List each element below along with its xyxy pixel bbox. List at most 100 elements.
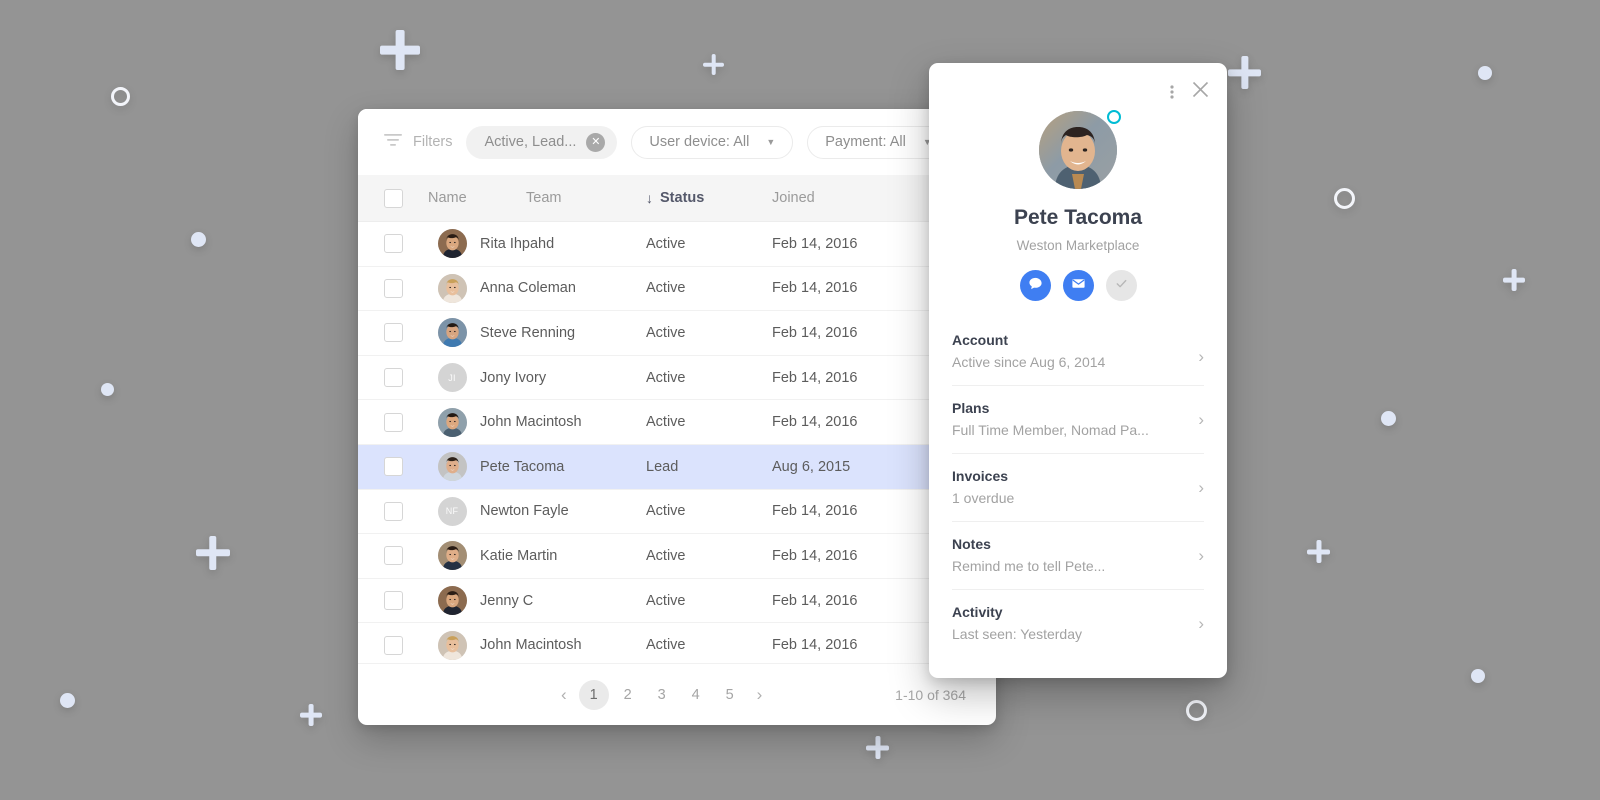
row-name: Steve Renning	[480, 324, 576, 341]
checkbox-icon	[383, 278, 403, 298]
avatar	[428, 586, 476, 616]
email-button[interactable]	[1062, 270, 1094, 301]
filters-label: Filters	[413, 134, 453, 150]
status-badge: Active	[646, 637, 686, 654]
table-row[interactable]: Katie Martin Active Feb 14, 2016	[358, 534, 996, 579]
decoration-plus-0	[380, 30, 420, 70]
status-badge: Active	[646, 324, 686, 341]
row-joined-date: Feb 14, 2016	[772, 637, 858, 654]
filter-chip-status-label: Active, Lead...	[484, 134, 577, 150]
avatar	[428, 452, 476, 482]
mail-icon	[1071, 276, 1086, 296]
panel-section-title: Invoices	[952, 468, 1009, 484]
table-row[interactable]: John Macintosh Active Feb 14, 2016	[358, 623, 996, 663]
pagination-page-2[interactable]: 2	[613, 680, 643, 710]
panel-section-notes[interactable]: Notes Remind me to tell Pete... ›	[952, 521, 1204, 589]
decoration-plus-6	[866, 736, 889, 759]
checkbox-icon	[383, 635, 403, 655]
pagination-page-5[interactable]: 5	[715, 680, 745, 710]
row-joined-date: Feb 14, 2016	[772, 592, 858, 609]
close-icon[interactable]: ✕	[586, 132, 606, 152]
filters-button[interactable]: Filters	[384, 133, 452, 151]
select-all-checkbox[interactable]	[358, 188, 428, 208]
row-checkbox[interactable]	[358, 323, 428, 343]
chat-button[interactable]	[1019, 270, 1051, 301]
avatar-image	[437, 630, 467, 660]
user-detail-panel: Pete Tacoma Weston Marketplace Account A…	[929, 63, 1227, 678]
chevron-down-icon: ▼	[766, 137, 776, 147]
filter-icon	[384, 133, 402, 151]
panel-section-title: Notes	[952, 536, 991, 552]
panel-section-plans[interactable]: Plans Full Time Member, Nomad Pa... ›	[952, 385, 1204, 453]
table-row[interactable]: JI Jony Ivory Active Feb 14, 2016	[358, 356, 996, 401]
avatar-image	[437, 541, 467, 571]
row-joined-date: Feb 14, 2016	[772, 414, 858, 431]
avatar	[428, 541, 476, 571]
panel-section-subtitle: 1 overdue	[952, 490, 1015, 506]
row-checkbox[interactable]	[358, 546, 428, 566]
column-header-name[interactable]: Name	[428, 190, 526, 206]
decoration-plus-5	[300, 704, 322, 726]
pagination-next-button[interactable]: ›	[749, 685, 771, 705]
pagination-page-4[interactable]: 4	[681, 680, 711, 710]
chevron-right-icon: ›	[1198, 409, 1204, 429]
panel-section-subtitle: Last seen: Yesterday	[952, 626, 1082, 642]
status-badge: Active	[646, 547, 686, 564]
table-row[interactable]: Pete Tacoma Lead Aug 6, 2015	[358, 444, 996, 490]
panel-header	[929, 63, 1227, 105]
row-checkbox[interactable]	[358, 278, 428, 298]
chevron-right-icon: ›	[1198, 346, 1204, 366]
table-row[interactable]: Jenny C Active Feb 14, 2016	[358, 579, 996, 624]
checkbox-icon	[383, 412, 403, 432]
filter-chip-status[interactable]: Active, Lead... ✕	[466, 125, 618, 159]
table-row[interactable]: Rita Ihpahd Active Feb 14, 2016	[358, 222, 996, 267]
table-row[interactable]: Anna Coleman Active Feb 14, 2016	[358, 267, 996, 312]
pagination-page-3[interactable]: 3	[647, 680, 677, 710]
table-row[interactable]: John Macintosh Active Feb 14, 2016	[358, 400, 996, 445]
row-joined-date: Feb 14, 2016	[772, 280, 858, 297]
avatar-image	[437, 273, 467, 303]
confirm-button[interactable]	[1105, 270, 1137, 301]
more-options-icon[interactable]	[1166, 84, 1178, 100]
avatar	[428, 273, 476, 303]
column-header-status[interactable]: ↓ Status	[646, 190, 772, 206]
panel-section-title: Account	[952, 332, 1008, 348]
pagination-page-1[interactable]: 1	[578, 679, 609, 710]
row-joined-date: Feb 14, 2016	[772, 235, 858, 252]
decoration-dot-9	[191, 232, 206, 247]
row-checkbox[interactable]	[358, 412, 428, 432]
panel-section-activity[interactable]: Activity Last seen: Yesterday ›	[952, 589, 1204, 657]
avatar-image	[437, 318, 467, 348]
decoration-ring-15	[1334, 188, 1355, 209]
avatar-initials: JI	[437, 363, 467, 393]
chevron-right-icon: ›	[1198, 545, 1204, 565]
decoration-dot-11	[1381, 411, 1396, 426]
avatar-image	[1039, 111, 1117, 189]
close-icon[interactable]	[1192, 81, 1209, 103]
decoration-dot-8	[1478, 66, 1492, 80]
sort-descending-icon: ↓	[646, 190, 653, 206]
column-header-joined[interactable]: Joined	[772, 190, 892, 206]
pagination-prev-button[interactable]: ‹	[553, 685, 575, 705]
row-joined-date: Feb 14, 2016	[772, 503, 858, 520]
row-checkbox[interactable]	[358, 591, 428, 611]
decoration-plus-1	[703, 54, 724, 75]
row-checkbox[interactable]	[358, 501, 428, 521]
users-table-card: Filters Active, Lead... ✕ User device: A…	[358, 109, 996, 725]
table-row[interactable]: NF Newton Fayle Active Feb 14, 2016	[358, 490, 996, 535]
column-header-team[interactable]: Team	[526, 190, 646, 206]
panel-section-invoices[interactable]: Invoices 1 overdue ›	[952, 453, 1204, 521]
chevron-right-icon: ›	[1198, 613, 1204, 633]
row-checkbox[interactable]	[358, 234, 428, 254]
table-toolbar: Filters Active, Lead... ✕ User device: A…	[358, 109, 996, 175]
row-checkbox[interactable]	[358, 635, 428, 655]
checkbox-icon	[383, 546, 403, 566]
row-checkbox[interactable]	[358, 368, 428, 388]
filter-chip-user-device[interactable]: User device: All ▼	[631, 125, 794, 159]
checkbox-icon	[383, 501, 403, 521]
avatar	[428, 630, 476, 660]
table-row[interactable]: Steve Renning Active Feb 14, 2016	[358, 311, 996, 356]
company-label: Weston Marketplace	[1016, 238, 1140, 253]
panel-section-account[interactable]: Account Active since Aug 6, 2014 ›	[952, 328, 1204, 385]
row-checkbox[interactable]	[358, 457, 428, 477]
